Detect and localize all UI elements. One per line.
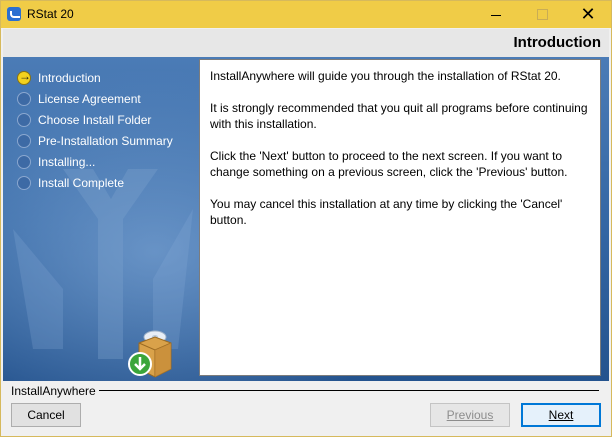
- cancel-button[interactable]: Cancel: [11, 403, 81, 427]
- previous-label: Previous: [446, 408, 494, 422]
- window-title: RStat 20: [27, 7, 74, 21]
- installer-body: Introduction Introduction License Agreem…: [3, 29, 609, 434]
- current-step-arrow-icon: [17, 69, 31, 85]
- intro-paragraph: It is strongly recommended that you quit…: [210, 101, 588, 131]
- minimize-button[interactable]: [473, 1, 519, 28]
- step-introduction: Introduction: [17, 67, 197, 88]
- intro-paragraph: InstallAnywhere will guide you through t…: [210, 69, 561, 83]
- installer-window: RStat 20 ✕ Introduction → Introduction L…: [0, 0, 612, 437]
- step-circle-icon: [17, 133, 31, 148]
- step-license-agreement: License Agreement: [17, 88, 197, 109]
- minimize-icon: [491, 15, 501, 16]
- brand-label: InstallAnywhere: [11, 384, 96, 398]
- footer-bar: InstallAnywhere Cancel Previous Next: [3, 381, 609, 434]
- step-label: Installing...: [38, 154, 96, 169]
- step-circle-icon: [17, 154, 31, 169]
- close-icon: ✕: [580, 4, 596, 24]
- intro-paragraph: Click the 'Next' button to proceed to th…: [210, 149, 568, 179]
- step-choose-install-folder: Choose Install Folder: [17, 109, 197, 130]
- steps-list: Introduction License Agreement Choose In…: [17, 67, 197, 193]
- install-box-icon: [128, 330, 172, 378]
- step-label: Choose Install Folder: [38, 112, 152, 127]
- step-installing: Installing...: [17, 151, 197, 172]
- step-label: License Agreement: [38, 91, 141, 106]
- step-circle-icon: [17, 91, 31, 106]
- next-button[interactable]: Next: [521, 403, 601, 427]
- page-title: Introduction: [513, 34, 601, 51]
- cancel-label: Cancel: [27, 408, 65, 422]
- next-label: Next: [548, 408, 574, 422]
- step-circle-icon: [17, 175, 31, 190]
- maximize-icon: [536, 9, 548, 20]
- step-circle-icon: [17, 112, 31, 127]
- step-label: Install Complete: [38, 175, 125, 190]
- previous-button[interactable]: Previous: [430, 403, 510, 427]
- intro-text-panel: InstallAnywhere will guide you through t…: [199, 59, 601, 376]
- step-label: Introduction: [38, 70, 101, 85]
- intro-paragraph: You may cancel this installation at any …: [210, 197, 563, 227]
- step-label: Pre-Installation Summary: [38, 133, 173, 148]
- maximize-button: [519, 1, 565, 28]
- footer-divider: [99, 390, 599, 391]
- step-pre-installation-summary: Pre-Installation Summary: [17, 130, 197, 151]
- step-install-complete: Install Complete: [17, 172, 197, 193]
- close-button[interactable]: ✕: [565, 1, 611, 28]
- app-icon: [7, 7, 21, 21]
- title-bar[interactable]: RStat 20 ✕: [1, 1, 611, 28]
